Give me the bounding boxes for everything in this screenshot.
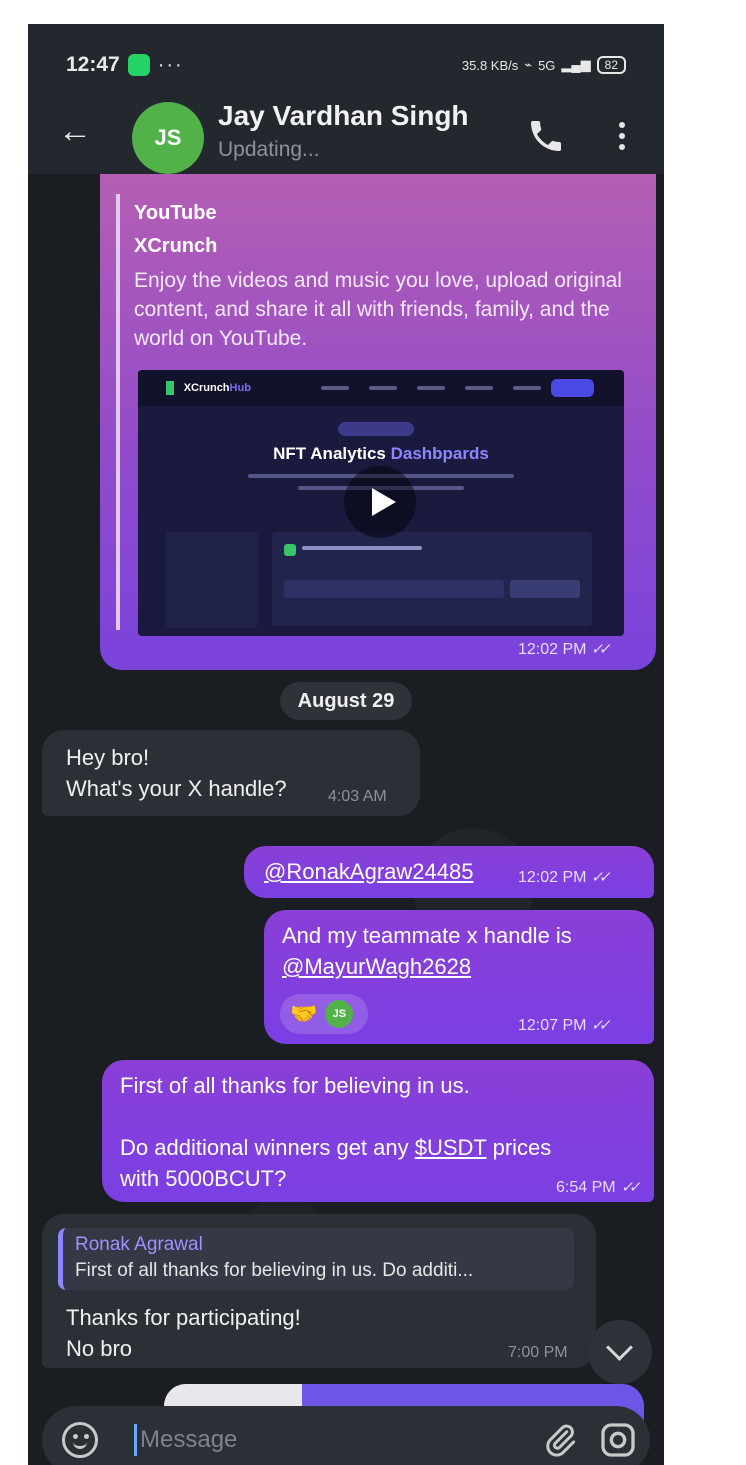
message-text: And my teammate x handle is — [282, 923, 572, 948]
message-text: Hey bro! — [66, 745, 150, 770]
data-saver-icon: ⌁ — [524, 57, 533, 72]
top-bar: 12:47 ··· 35.8 KB/s ⌁ 5G ▂▄▆ 82 ← JS Jay… — [28, 24, 664, 174]
outgoing-message[interactable]: And my teammate x handle is @MayurWagh26… — [264, 910, 654, 1044]
message-text: Do additional winners get any $USDT pric… — [120, 1135, 552, 1160]
phone-call-icon[interactable] — [526, 116, 566, 156]
message-time: 6:54 PM — [556, 1179, 616, 1196]
more-notifications-icon: ··· — [157, 53, 184, 76]
thumbnail-shield-icon — [284, 544, 296, 556]
thumbnail-input — [284, 580, 504, 598]
paperclip-icon[interactable] — [542, 1422, 578, 1458]
message-text: No bro — [66, 1336, 133, 1361]
message-meta: 6:54 PM ✓✓ — [556, 1178, 639, 1197]
read-ticks-icon: ✓✓ — [620, 1179, 639, 1196]
message-link[interactable]: $USDT — [415, 1135, 487, 1160]
thumbnail-brand: XCrunchHub — [183, 382, 251, 394]
whatsapp-notification-icon — [127, 54, 150, 76]
scroll-down-button[interactable] — [588, 1320, 652, 1384]
thumbnail-nav-links — [320, 386, 541, 390]
network-type: 5G — [538, 57, 556, 73]
incoming-message[interactable]: Hey bro! What's your X handle? 4:03 AM — [42, 730, 420, 816]
preview-description: Enjoy the videos and music you love, upl… — [134, 269, 622, 350]
preview-title: XCrunch — [134, 235, 218, 257]
message-link[interactable]: @MayurWagh2628 — [282, 951, 471, 982]
network-speed: 35.8 KB/s — [461, 57, 519, 73]
message-time: 7:00 PM — [508, 1344, 568, 1361]
play-icon[interactable] — [344, 466, 416, 538]
quoted-reply[interactable]: Ronak Agrawal First of all thanks for be… — [58, 1228, 574, 1290]
thumbnail-logo-icon — [166, 381, 174, 395]
incoming-reply-message[interactable]: Ronak Agrawal First of all thanks for be… — [42, 1214, 596, 1368]
outgoing-message[interactable]: @RonakAgraw24485 12:02 PM ✓✓ — [244, 846, 654, 898]
phone-screen: 12:47 ··· 35.8 KB/s ⌁ 5G ▂▄▆ 82 ← JS Jay… — [28, 24, 664, 1465]
outgoing-message[interactable]: First of all thanks for believing in us.… — [102, 1060, 654, 1202]
thumbnail-heading: NFT Analytics Dashbpards — [273, 444, 489, 463]
message-link[interactable]: @RonakAgraw24485 — [264, 856, 473, 887]
camera-icon[interactable] — [598, 1420, 638, 1460]
preview-thumbnail[interactable]: XCrunchHub NFT Analytics Dashbpards — [138, 370, 624, 636]
message-time: 12:07 PM — [518, 1017, 587, 1034]
thumbnail-text-line — [302, 546, 422, 550]
thumbnail-nav-button — [550, 379, 594, 397]
date-separator: August 29 — [280, 682, 412, 720]
thumbnail-pill — [338, 422, 414, 436]
link-preview-message[interactable]: YouTube XCrunch Enjoy the videos and mus… — [100, 174, 656, 670]
more-options-icon[interactable] — [612, 116, 632, 156]
text-cursor — [134, 1424, 137, 1456]
contact-name[interactable]: Jay Vardhan Singh — [218, 100, 469, 132]
thumbnail-button — [510, 580, 580, 598]
message-input[interactable] — [140, 1420, 520, 1460]
message-text: What's your X handle? — [66, 776, 287, 801]
message-time: 4:03 AM — [328, 788, 387, 805]
reply-author: Ronak Agrawal — [75, 1234, 203, 1255]
battery-icon: 82 — [596, 56, 626, 74]
read-ticks-icon: ✓✓ — [590, 1017, 610, 1034]
message-time: 12:02 PM — [518, 869, 587, 886]
message-meta: 12:02 PM ✓✓ — [518, 868, 610, 887]
message-reactions[interactable]: 🤝 JS — [280, 994, 368, 1034]
thumbnail-sidebar — [166, 532, 258, 628]
message-time: 12:02 PM — [518, 641, 587, 658]
read-ticks-icon: ✓✓ — [590, 641, 610, 658]
message-text: First of all thanks for believing in us. — [120, 1073, 470, 1098]
reaction-avatar: JS — [325, 1000, 354, 1028]
contact-avatar[interactable]: JS — [132, 102, 204, 174]
contact-status: Updating... — [218, 138, 320, 161]
preview-site: YouTube — [134, 202, 217, 224]
message-text: Thanks for participating! — [66, 1305, 301, 1330]
chat-area[interactable]: YouTube XCrunch Enjoy the videos and mus… — [28, 174, 664, 1465]
status-bar: 12:47 ··· 35.8 KB/s ⌁ 5G ▂▄▆ 82 — [66, 50, 626, 80]
handshake-reaction-icon[interactable]: 🤝 — [290, 1001, 317, 1027]
read-ticks-icon: ✓✓ — [590, 869, 610, 886]
link-preview[interactable]: YouTube XCrunch Enjoy the videos and mus… — [116, 194, 628, 636]
emoji-icon[interactable] — [62, 1422, 98, 1458]
thumbnail-navbar: XCrunchHub — [138, 370, 624, 406]
status-icons: 35.8 KB/s ⌁ 5G ▂▄▆ 82 — [462, 56, 626, 74]
back-arrow-icon[interactable]: ← — [58, 114, 94, 152]
reply-text: First of all thanks for believing in us.… — [75, 1260, 474, 1281]
message-meta: 12:02 PM ✓✓ — [518, 640, 610, 659]
signal-icon: ▂▄▆ — [561, 57, 591, 72]
message-text: with 5000BCUT? — [120, 1166, 287, 1191]
message-meta: 12:07 PM ✓✓ — [518, 1016, 610, 1035]
message-composer — [42, 1406, 650, 1465]
status-time: 12:47 — [66, 53, 120, 76]
